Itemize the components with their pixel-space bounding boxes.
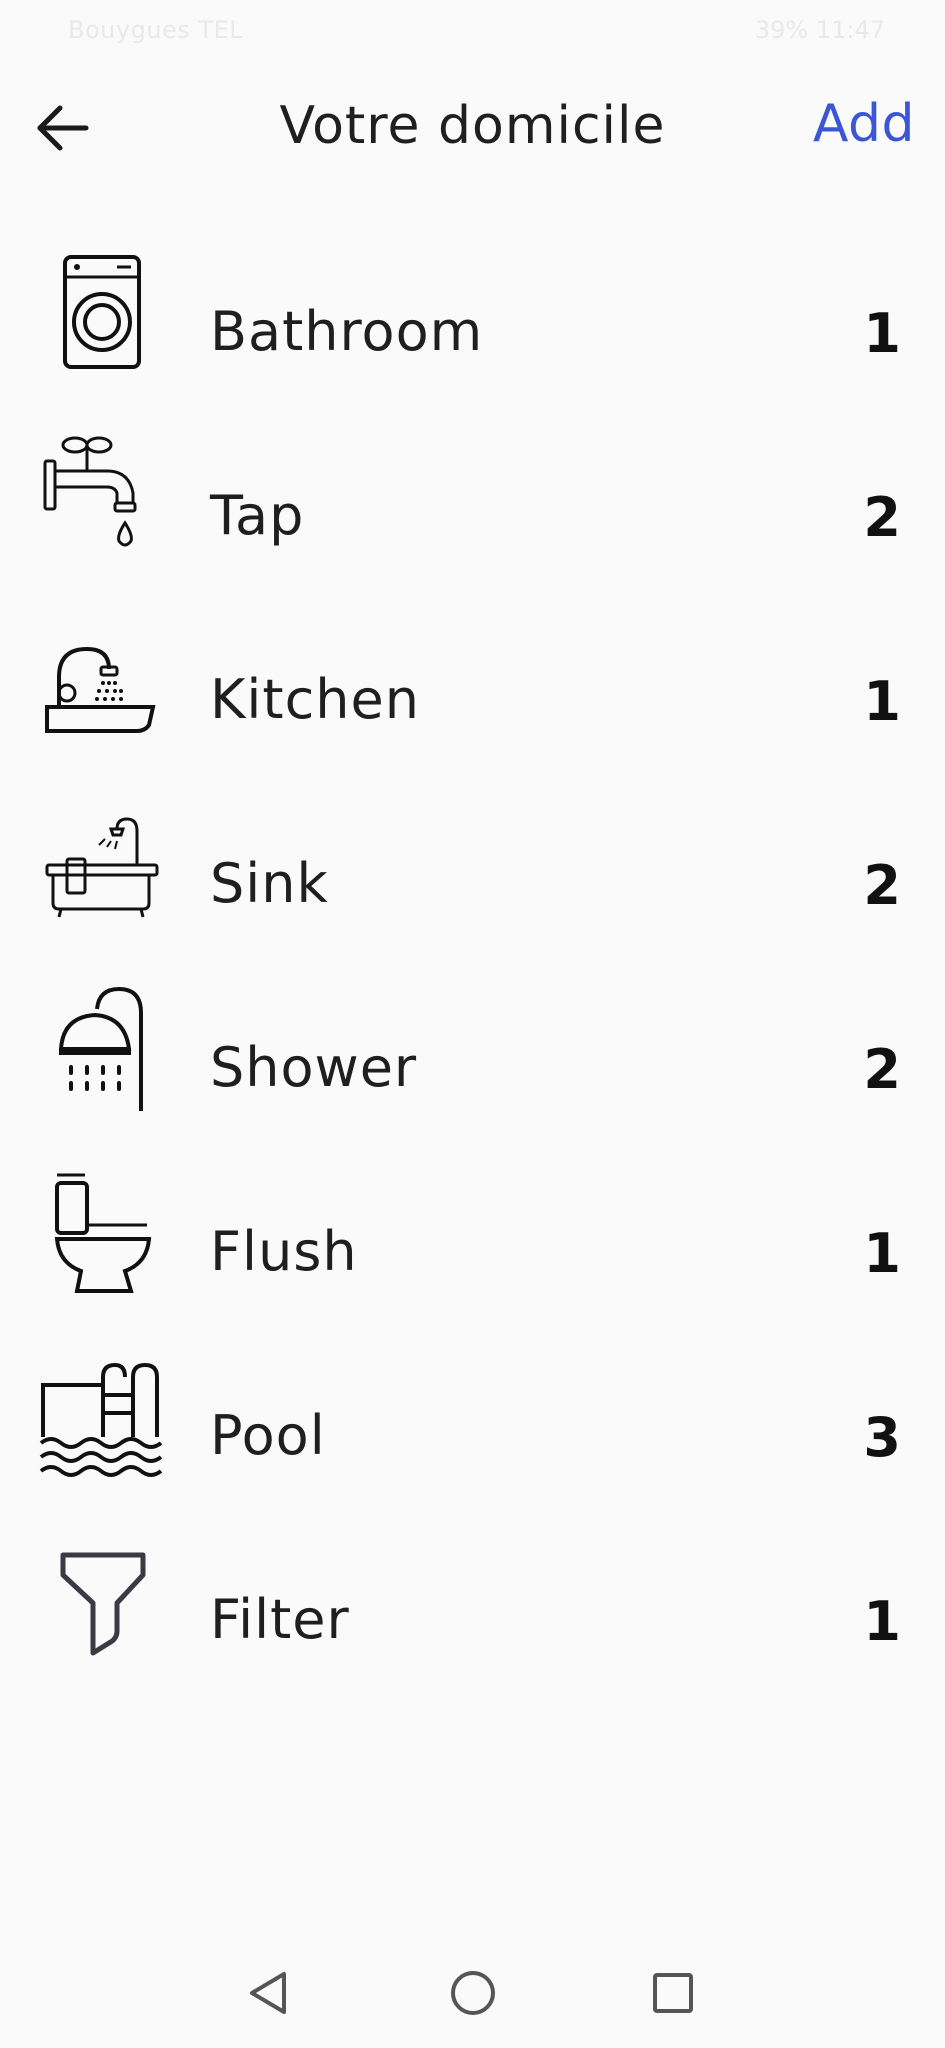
list-item-label: Pool bbox=[210, 1404, 326, 1467]
status-carrier: Bouygues TEL bbox=[68, 16, 244, 44]
list-item-count: 1 bbox=[863, 1590, 901, 1653]
list-item-flush[interactable]: Flush 1 bbox=[0, 1150, 945, 1334]
faucet-icon bbox=[32, 426, 172, 566]
list-item-filter[interactable]: Filter 1 bbox=[0, 1518, 945, 1702]
list-item-pool[interactable]: Pool 3 bbox=[0, 1334, 945, 1518]
list-item-tap[interactable]: Tap 2 bbox=[0, 414, 945, 598]
status-bar: Bouygues TEL 39% 11:47 bbox=[0, 0, 945, 64]
shower-icon bbox=[32, 978, 172, 1118]
pool-icon bbox=[32, 1346, 172, 1486]
list-item-count: 1 bbox=[863, 302, 901, 365]
list-item-label: Filter bbox=[210, 1588, 350, 1651]
nav-home-icon bbox=[451, 1971, 495, 2015]
nav-recent-button[interactable] bbox=[640, 1960, 706, 2026]
list-item-count: 1 bbox=[863, 1222, 901, 1285]
nav-back-icon bbox=[250, 1972, 286, 2014]
bathtub-icon bbox=[32, 794, 172, 934]
list-item-count: 2 bbox=[863, 486, 901, 549]
nav-home-button[interactable] bbox=[440, 1960, 506, 2026]
header: Votre domicile Add bbox=[0, 70, 945, 180]
list-item-label: Kitchen bbox=[210, 668, 420, 731]
list-item-label: Bathroom bbox=[210, 300, 484, 363]
list-item-shower[interactable]: Shower 2 bbox=[0, 966, 945, 1150]
nav-recent-icon bbox=[653, 1973, 693, 2013]
status-battery-time: 39% 11:47 bbox=[754, 16, 885, 44]
list-item-label: Flush bbox=[210, 1220, 358, 1283]
list-item-label: Sink bbox=[210, 852, 329, 915]
page-title: Votre domicile bbox=[279, 96, 666, 156]
funnel-icon bbox=[32, 1530, 172, 1670]
kitchen-sink-icon bbox=[32, 610, 172, 750]
list-item-count: 3 bbox=[863, 1406, 901, 1469]
list-item-bathroom[interactable]: Bathroom 1 bbox=[0, 230, 945, 414]
list-item-sink[interactable]: Sink 2 bbox=[0, 782, 945, 966]
app-screen: Bouygues TEL 39% 11:47 Votre domicile Ad… bbox=[0, 0, 945, 2048]
list-item-count: 2 bbox=[863, 1038, 901, 1101]
toilet-icon bbox=[32, 1162, 172, 1302]
washing-machine-icon bbox=[32, 242, 172, 382]
list-item-count: 2 bbox=[863, 854, 901, 917]
room-list: Bathroom 1 Tap 2 Kitchen 1 Sink 2 Shower… bbox=[0, 230, 945, 1702]
system-nav-bar bbox=[0, 1938, 945, 2048]
list-item-label: Tap bbox=[210, 484, 305, 547]
add-button[interactable]: Add bbox=[813, 94, 915, 154]
nav-back-button[interactable] bbox=[236, 1960, 302, 2026]
list-item-label: Shower bbox=[210, 1036, 418, 1099]
list-item-kitchen[interactable]: Kitchen 1 bbox=[0, 598, 945, 782]
list-item-count: 1 bbox=[863, 670, 901, 733]
